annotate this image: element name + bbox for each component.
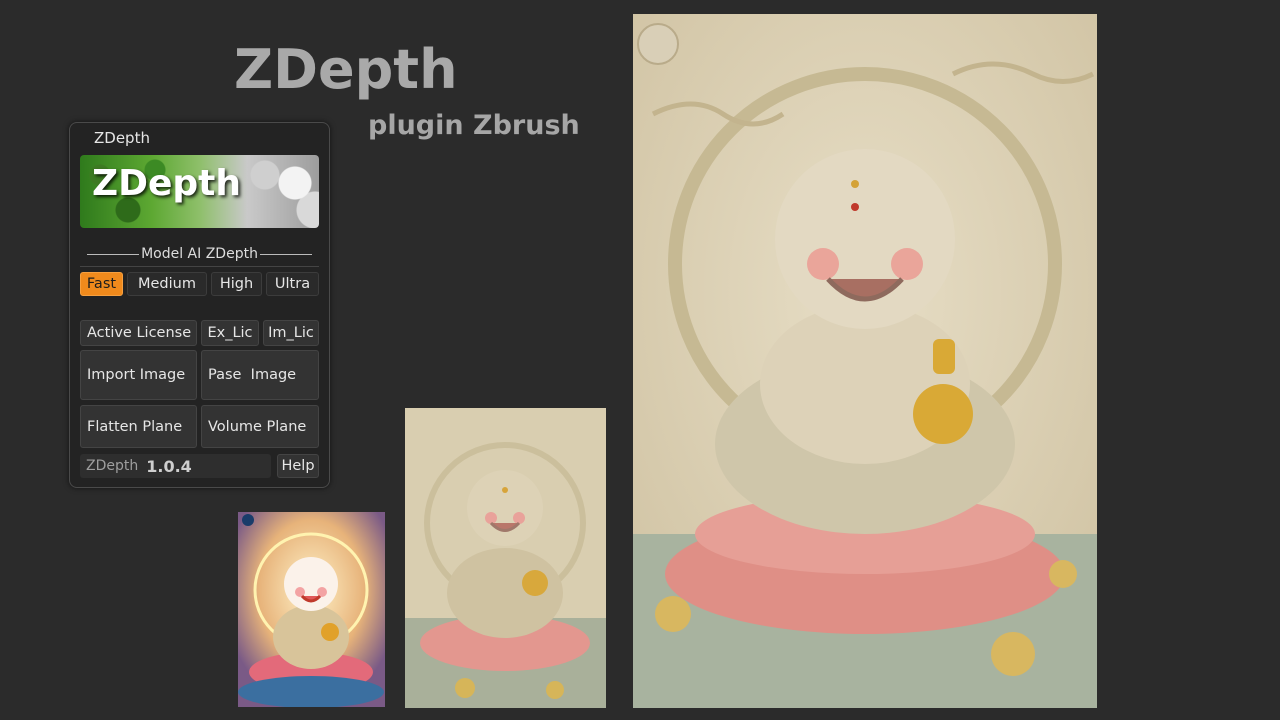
version-number: 1.0.4 (146, 456, 192, 476)
zdepth-plugin-panel: ZDepth ZDepth Model AI ZDepth Fast Mediu… (69, 122, 330, 488)
import-image-button[interactable]: Import Image (80, 350, 197, 400)
flatten-plane-button[interactable]: Flatten Plane (80, 405, 197, 448)
help-button[interactable]: Help (277, 454, 319, 478)
rule-right (259, 254, 312, 255)
model-fast-button[interactable]: Fast (80, 272, 123, 296)
version-label: ZDepth 1.0.4 (80, 454, 271, 478)
export-license-button[interactable]: Ex_Lic (201, 320, 259, 346)
depth-relief-preview-large (633, 14, 1097, 708)
model-ultra-button[interactable]: Ultra (266, 272, 319, 296)
volume-plane-button[interactable]: Volume Plane (201, 405, 319, 448)
import-license-button[interactable]: Im_Lic (263, 320, 319, 346)
banner-text: ZDepth (92, 163, 242, 204)
zdepth-banner-logo: ZDepth (80, 155, 319, 228)
depth-relief-preview-small (405, 408, 606, 708)
hero-title: ZDepth (234, 38, 458, 101)
model-medium-button[interactable]: Medium (127, 272, 207, 296)
panel-title: ZDepth (94, 129, 150, 147)
active-license-button[interactable]: Active License (80, 320, 197, 346)
source-image-thumbnail (238, 512, 385, 707)
section-label: Model AI ZDepth (141, 246, 258, 262)
model-high-button[interactable]: High (211, 272, 262, 296)
model-section-header: Model AI ZDepth (80, 242, 319, 267)
rule-left (87, 254, 140, 255)
paste-image-button[interactable]: Pase Image (201, 350, 319, 400)
plugin-name: ZDepth (86, 458, 139, 474)
hero-subtitle: plugin Zbrush (368, 110, 580, 141)
